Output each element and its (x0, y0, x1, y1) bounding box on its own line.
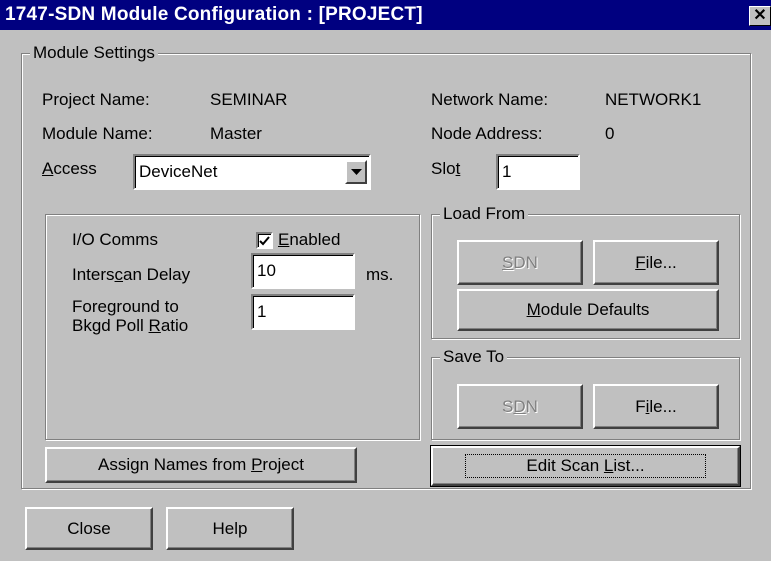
interscan-delay-label: Interscan Delay (72, 264, 190, 286)
slot-label-pre: Slo (431, 159, 456, 178)
slot-input[interactable]: 1 (496, 154, 580, 190)
load-file-mnemonic: F (635, 252, 646, 272)
access-dropdown-button[interactable] (345, 160, 367, 184)
load-from-legend: Load From (440, 204, 529, 224)
save-sdn-pre: S (502, 396, 514, 416)
save-sdn-post: N (525, 396, 538, 416)
foreground-ratio-input[interactable]: 1 (251, 294, 355, 330)
save-sdn-button[interactable]: SDN (457, 384, 583, 429)
access-label-rest: ccess (53, 159, 97, 178)
close-icon: ✕ (753, 7, 767, 24)
edit-scan-list-focus: Edit Scan List... (465, 454, 706, 478)
network-name-value: NETWORK1 (605, 90, 702, 109)
help-button-label: Help (212, 518, 248, 538)
save-to-legend: Save To (440, 347, 508, 367)
ratio-mnemonic: R (148, 316, 161, 335)
io-comms-label: I/O Comms (72, 230, 158, 249)
save-sdn-mnemonic: D (513, 396, 526, 416)
foreground-ratio-label-line1: Foreground to (72, 297, 179, 316)
close-button[interactable]: Close (25, 507, 153, 550)
interscan-unit-label: ms. (366, 265, 394, 284)
module-defaults-rest: odule Defaults (540, 300, 650, 319)
assign-pre: Assign Names from (98, 455, 252, 474)
save-file-button[interactable]: File... (593, 384, 719, 429)
enabled-mnemonic: E (278, 230, 290, 249)
load-file-button[interactable]: File... (593, 240, 719, 285)
close-window-button[interactable]: ✕ (749, 6, 771, 26)
foreground-ratio-value: 1 (257, 302, 267, 321)
access-combobox[interactable]: DeviceNet (133, 154, 371, 190)
interscan-mnemonic: c (114, 265, 124, 284)
access-label: Access (42, 158, 97, 180)
triangle-down-icon (350, 168, 362, 175)
interscan-post: an Delay (123, 265, 191, 284)
enabled-checkbox[interactable] (256, 232, 273, 249)
assign-names-button[interactable]: Assign Names from Project (45, 447, 357, 483)
project-name-value: SEMINAR (210, 90, 288, 109)
interscan-pre: Inters (72, 265, 115, 284)
module-name-label: Module Name: (42, 124, 153, 143)
load-sdn-mnemonic: S (502, 252, 514, 272)
slot-input-value: 1 (502, 162, 512, 181)
load-sdn-rest: DN (513, 252, 538, 272)
fg-line2-pre: Bkgd Poll (72, 316, 149, 335)
edit-scan-list-button[interactable]: Edit Scan List... (430, 445, 741, 487)
edit-post: ist... (613, 456, 645, 475)
node-address-label: Node Address: (431, 124, 543, 143)
slot-label: Slot (431, 158, 460, 180)
load-sdn-button[interactable]: SDN (457, 240, 583, 285)
module-settings-legend: Module Settings (30, 43, 158, 63)
interscan-delay-input[interactable]: 10 (251, 253, 355, 289)
project-name-label: Project Name: (42, 90, 150, 109)
access-combobox-value: DeviceNet (139, 162, 218, 181)
access-mnemonic: A (42, 159, 54, 178)
edit-mnemonic: L (603, 456, 614, 475)
title-bar: 1747-SDN Module Configuration : [PROJECT… (0, 0, 771, 30)
module-defaults-button[interactable]: Module Defaults (457, 289, 719, 331)
enabled-label-rest: nabled (289, 230, 341, 249)
module-defaults-mnemonic: M (526, 300, 541, 319)
close-button-label: Close (67, 518, 111, 538)
node-address-value: 0 (605, 124, 615, 143)
help-button[interactable]: Help (166, 507, 294, 550)
slot-mnemonic: t (455, 159, 461, 178)
network-name-label: Network Name: (431, 90, 549, 109)
fg-line2-post: atio (160, 316, 189, 335)
module-name-value: Master (210, 124, 262, 143)
load-file-rest: ile... (645, 252, 677, 272)
interscan-delay-value: 10 (257, 261, 276, 280)
save-file-pre: F (635, 396, 646, 416)
foreground-ratio-label-line2: Bkgd Poll Ratio (72, 316, 188, 336)
save-file-post: le... (649, 396, 677, 416)
edit-pre: Edit Scan (526, 456, 604, 475)
window-title: 1747-SDN Module Configuration : [PROJECT… (5, 4, 423, 25)
enabled-label[interactable]: Enabled (278, 229, 340, 251)
assign-mnemonic: P (251, 455, 263, 474)
assign-post: roject (262, 455, 304, 474)
checkmark-icon (259, 235, 270, 245)
